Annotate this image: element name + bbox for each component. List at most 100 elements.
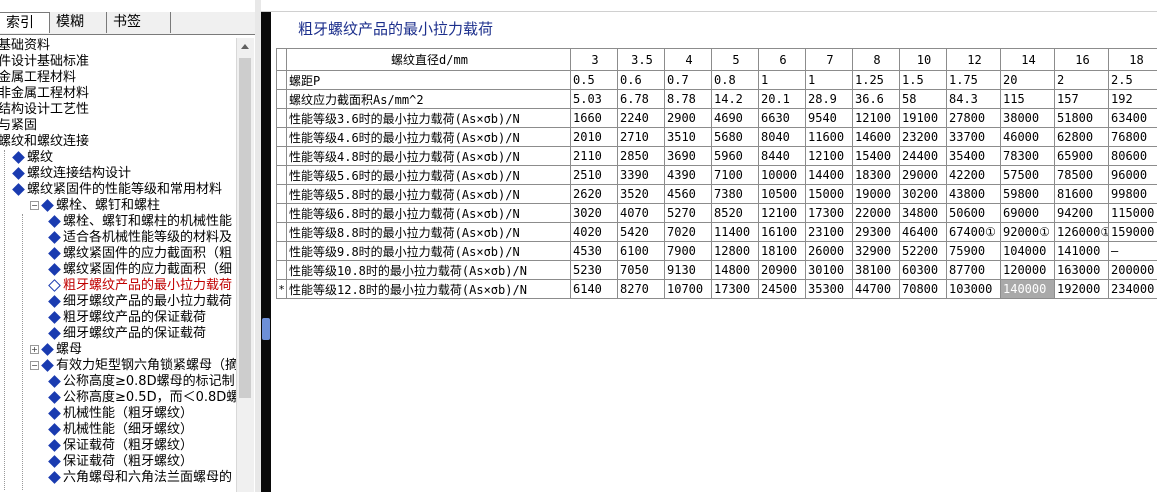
table-cell[interactable]: 81600 [1054, 184, 1109, 204]
row-label-cell[interactable]: 性能等级4.6时的最小拉力载荷(As×σb)/N [286, 127, 571, 147]
table-cell[interactable]: 1 [758, 70, 806, 90]
table-cell[interactable]: 34800 [899, 203, 947, 223]
table-cell[interactable]: 5230 [570, 260, 618, 280]
table-cell[interactable]: 14600 [852, 127, 900, 147]
row-label-cell[interactable]: 性能等级6.8时的最小拉力载荷(As×σb)/N [286, 203, 571, 223]
tree-item[interactable]: + 螺母 [30, 342, 82, 358]
table-cell[interactable]: 38000 [1000, 108, 1055, 128]
table-cell[interactable]: 2620 [570, 184, 618, 204]
table-cell[interactable]: 0.7 [664, 70, 712, 90]
table-cell[interactable]: 5960 [711, 146, 759, 166]
table-cell[interactable]: 24400 [899, 146, 947, 166]
row-selector[interactable] [276, 89, 287, 109]
table-cell[interactable]: 17300 [711, 279, 759, 299]
table-cell[interactable]: 115 [1000, 89, 1055, 109]
table-cell[interactable]: 6100 [617, 241, 665, 261]
table-cell[interactable]: 200000 [1108, 260, 1157, 280]
tree-scrollbar[interactable] [236, 38, 254, 492]
table-cell[interactable]: 2510 [570, 165, 618, 185]
table-cell[interactable]: 29000 [899, 165, 947, 185]
column-header[interactable]: 12 [946, 48, 1001, 71]
table-cell[interactable]: 67400① [946, 222, 1001, 242]
scroll-up-arrow-icon[interactable] [241, 44, 249, 49]
table-cell[interactable]: 51800 [1054, 108, 1109, 128]
tree-item[interactable]: 保证载荷（粗牙螺纹） [48, 438, 193, 454]
expand-toggle-icon[interactable]: + [30, 345, 39, 354]
table-cell[interactable]: 70800 [899, 279, 947, 299]
table-cell[interactable]: 163000 [1054, 260, 1109, 280]
table-cell[interactable]: 3520 [617, 184, 665, 204]
row-selector[interactable] [276, 260, 287, 280]
table-cell[interactable]: 5680 [711, 127, 759, 147]
table-cell[interactable]: 43800 [946, 184, 1001, 204]
table-cell[interactable]: 120000 [1000, 260, 1055, 280]
table-cell[interactable]: 15000 [805, 184, 853, 204]
table-cell[interactable]: 7380 [711, 184, 759, 204]
tree-item[interactable]: − 有效力矩型钢六角锁紧螺母（摘自 [30, 358, 236, 374]
tree-item[interactable]: 螺纹和螺纹连接 [0, 134, 89, 150]
expand-toggle-icon[interactable]: − [30, 201, 39, 210]
table-cell[interactable]: 4690 [711, 108, 759, 128]
table-cell[interactable]: 4390 [664, 165, 712, 185]
table-cell[interactable]: 234000 [1108, 279, 1157, 299]
tree-item[interactable]: − 螺栓、螺钉和螺柱 [30, 198, 160, 214]
column-header[interactable]: 5 [711, 48, 759, 71]
table-cell[interactable]: 5270 [664, 203, 712, 223]
table-cell[interactable]: 4070 [617, 203, 665, 223]
table-cell[interactable]: 0.8 [711, 70, 759, 90]
row-label-cell[interactable]: 性能等级4.8时的最小拉力载荷(As×σb)/N [286, 146, 571, 166]
table-cell[interactable]: 63400 [1108, 108, 1157, 128]
row-selector[interactable] [276, 70, 287, 90]
table-cell[interactable]: 69000 [1000, 203, 1055, 223]
table-cell[interactable]: 20900 [758, 260, 806, 280]
row-label-cell[interactable]: 性能等级3.6时的最小拉力载荷(As×σb)/N [286, 108, 571, 128]
table-cell[interactable]: — [1108, 241, 1157, 261]
table-cell[interactable]: 11400 [711, 222, 759, 242]
table-cell[interactable]: 46400 [899, 222, 947, 242]
table-cell[interactable]: 19000 [852, 184, 900, 204]
table-cell[interactable]: 18300 [852, 165, 900, 185]
table-cell[interactable]: 6140 [570, 279, 618, 299]
column-header[interactable]: 4 [664, 48, 712, 71]
row-label-cell[interactable]: 螺纹应力截面积As/mm^2 [286, 89, 571, 109]
row-label-cell[interactable]: 性能等级5.6时的最小拉力载荷(As×σb)/N [286, 165, 571, 185]
tree-item[interactable]: 公称高度≥0.8D螺母的标记制 [48, 374, 235, 390]
table-cell[interactable]: 11600 [805, 127, 853, 147]
table-cell[interactable]: 84.3 [946, 89, 1001, 109]
tree-item[interactable]: 螺纹紧固件的应力截面积（粗 [48, 246, 232, 262]
table-cell[interactable]: 14400 [805, 165, 853, 185]
table-cell[interactable]: 1.75 [946, 70, 1001, 90]
table-cell[interactable]: 8440 [758, 146, 806, 166]
table-cell[interactable]: 4020 [570, 222, 618, 242]
column-header[interactable]: 10 [899, 48, 947, 71]
tree-item[interactable]: 件设计基础标准 [0, 54, 89, 70]
table-cell[interactable]: 30100 [805, 260, 853, 280]
table-cell[interactable]: 8.78 [664, 89, 712, 109]
row-label-cell[interactable]: 性能等级9.8时的最小拉力载荷(As×σb)/N [286, 241, 571, 261]
table-cell[interactable]: 65900 [1054, 146, 1109, 166]
row-label-cell[interactable]: 螺距P [286, 70, 571, 90]
tree-item[interactable]: 机械性能（细牙螺纹） [48, 422, 193, 438]
table-cell[interactable]: 42200 [946, 165, 1001, 185]
table-cell[interactable]: 6.78 [617, 89, 665, 109]
tree-item[interactable]: 细牙螺纹产品的最小拉力载荷 [48, 294, 232, 310]
table-cell[interactable]: 35400 [946, 146, 1001, 166]
table-cell[interactable]: 0.5 [570, 70, 618, 90]
table-cell[interactable]: 36.6 [852, 89, 900, 109]
row-selector[interactable] [276, 184, 287, 204]
table-cell[interactable]: 99800 [1108, 184, 1157, 204]
table-cell[interactable]: 2850 [617, 146, 665, 166]
table-cell[interactable]: 76800 [1108, 127, 1157, 147]
table-cell[interactable]: 6630 [758, 108, 806, 128]
table-cell[interactable]: 12800 [711, 241, 759, 261]
tree-item[interactable]: 金属工程材料 [0, 70, 76, 86]
table-cell[interactable]: 19100 [899, 108, 947, 128]
table-cell[interactable]: 20 [1000, 70, 1055, 90]
column-header[interactable]: 3.5 [617, 48, 665, 71]
table-cell[interactable]: 23100 [805, 222, 853, 242]
table-cell[interactable]: 2240 [617, 108, 665, 128]
tree-item[interactable]: 与紧固 [0, 118, 37, 134]
tree-item[interactable]: 螺纹紧固件的应力截面积（细 [48, 262, 232, 278]
table-cell[interactable]: 92000① [1000, 222, 1055, 242]
table-cell[interactable]: 192000 [1054, 279, 1109, 299]
